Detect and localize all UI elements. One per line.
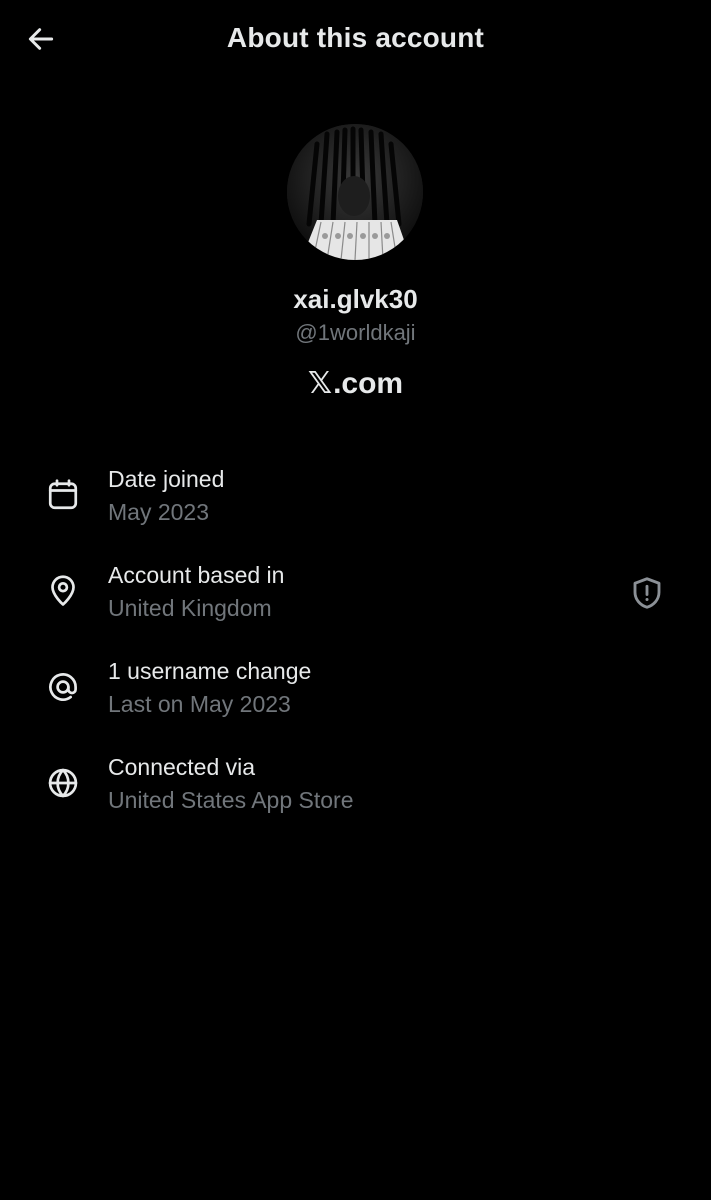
globe-icon	[42, 762, 84, 804]
info-value: May 2023	[108, 499, 210, 525]
shield-alert-icon	[633, 577, 661, 609]
date-joined-row: Date joined May 2023	[0, 458, 711, 538]
location-pin-icon	[42, 570, 84, 612]
avatar-photo	[287, 124, 423, 260]
username-change-row: 1 username change Last on May 2023	[0, 650, 711, 730]
info-label: Connected via	[108, 754, 256, 780]
avatar[interactable]	[287, 124, 423, 260]
info-value: United Kingdom	[108, 595, 272, 621]
info-label: Account based in	[108, 562, 285, 588]
connected-via-row: Connected via United States App Store	[0, 746, 711, 826]
info-label: Date joined	[108, 466, 225, 492]
location-accuracy-badge[interactable]	[626, 572, 668, 614]
display-name: xai.glvk30	[293, 284, 418, 314]
username-handle: @1worldkaji	[295, 320, 416, 345]
site-domain: .com	[333, 366, 404, 400]
info-value: Last on May 2023	[108, 691, 291, 717]
site-brand: 𝕏 .com	[0, 366, 711, 401]
calendar-icon	[42, 474, 84, 516]
x-logo-icon: 𝕏	[307, 367, 333, 400]
at-sign-icon	[42, 666, 84, 708]
top-bar: About this account	[0, 0, 711, 80]
page-title: About this account	[226, 22, 485, 53]
info-label: 1 username change	[108, 658, 312, 684]
account-based-in-row: Account based in United Kingdom	[0, 554, 711, 634]
info-value: United States App Store	[108, 787, 354, 813]
